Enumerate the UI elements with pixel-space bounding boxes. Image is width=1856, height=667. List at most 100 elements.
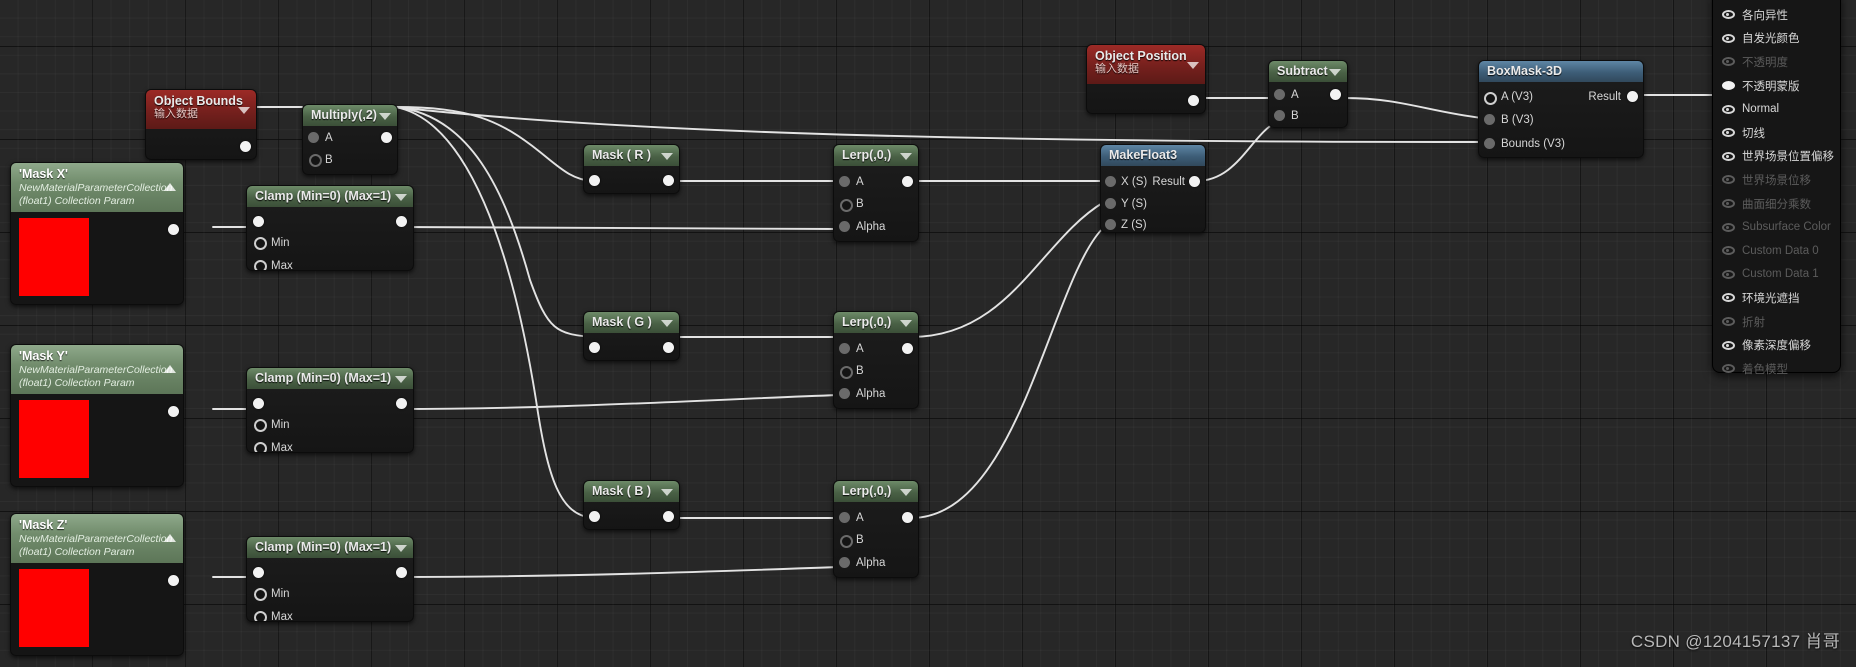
- node-header[interactable]: Multiply(,2): [303, 105, 397, 126]
- output-pin[interactable]: [168, 224, 179, 235]
- node-object-position[interactable]: Object Position 输入数据: [1086, 44, 1206, 114]
- output-pin[interactable]: [381, 132, 392, 143]
- output-pin[interactable]: [396, 567, 407, 578]
- chevron-down-icon[interactable]: [1329, 68, 1341, 76]
- node-header[interactable]: 'Mask Y' NewMaterialParameterCollection …: [11, 345, 183, 394]
- input-pin-max[interactable]: [254, 442, 267, 452]
- node-makefloat3[interactable]: MakeFloat3 X (S) Y (S) Z (S) Result: [1100, 144, 1206, 233]
- node-clamp-2[interactable]: Clamp (Min=0) (Max=1) Min Max: [246, 367, 414, 453]
- node-header[interactable]: Clamp (Min=0) (Max=1): [247, 186, 413, 207]
- node-header[interactable]: Lerp(,0,): [834, 481, 918, 502]
- attribute-pin-icon[interactable]: [1722, 10, 1735, 20]
- input-pin-a[interactable]: [839, 176, 850, 187]
- output-pin[interactable]: [902, 176, 913, 187]
- attribute-pin-icon[interactable]: [1722, 317, 1735, 327]
- node-lerp-1[interactable]: Lerp(,0,) A B Alpha: [833, 144, 919, 242]
- input-pin-a[interactable]: [1274, 89, 1285, 100]
- input-pin-bounds[interactable]: [1484, 138, 1495, 149]
- output-pin[interactable]: [168, 575, 179, 586]
- input-pin-alpha[interactable]: [839, 221, 850, 232]
- input-pin-b[interactable]: [840, 535, 853, 548]
- chevron-down-icon[interactable]: [900, 319, 912, 327]
- node-header[interactable]: Lerp(,0,): [834, 145, 918, 166]
- input-pin-a[interactable]: [1484, 92, 1497, 105]
- material-attribute-row[interactable]: 不透明蒙版: [1713, 74, 1840, 98]
- node-lerp-3[interactable]: Lerp(,0,) A B Alpha: [833, 480, 919, 578]
- output-pin[interactable]: [396, 216, 407, 227]
- attribute-pin-icon[interactable]: [1722, 246, 1735, 256]
- material-attribute-row[interactable]: 世界场景位移: [1713, 168, 1840, 192]
- chevron-up-icon[interactable]: [164, 183, 176, 191]
- output-pin[interactable]: [1330, 89, 1341, 100]
- node-header[interactable]: 'Mask Z' NewMaterialParameterCollection …: [11, 514, 183, 563]
- input-pin-z[interactable]: [1105, 219, 1116, 230]
- material-attribute-row[interactable]: 世界场景位置偏移: [1713, 145, 1840, 169]
- material-attribute-row[interactable]: 各向异性: [1713, 3, 1840, 27]
- chevron-down-icon[interactable]: [661, 152, 673, 160]
- input-pin-b[interactable]: [1484, 114, 1495, 125]
- output-pin[interactable]: [1627, 91, 1638, 102]
- chevron-down-icon[interactable]: [661, 488, 673, 496]
- output-pin[interactable]: [240, 141, 251, 152]
- chevron-down-icon[interactable]: [238, 106, 250, 114]
- output-pin[interactable]: [902, 512, 913, 523]
- output-pin[interactable]: [396, 398, 407, 409]
- input-pin[interactable]: [253, 567, 264, 578]
- attribute-pin-icon[interactable]: [1722, 128, 1735, 138]
- material-attribute-row[interactable]: 着色模型: [1713, 357, 1840, 381]
- material-attribute-row[interactable]: Custom Data 0: [1713, 239, 1840, 263]
- input-pin-min[interactable]: [254, 588, 267, 601]
- input-pin[interactable]: [253, 398, 264, 409]
- node-clamp-1[interactable]: Clamp (Min=0) (Max=1) Min Max: [246, 185, 414, 271]
- node-subtract[interactable]: Subtract A B: [1268, 60, 1348, 128]
- node-header[interactable]: Mask ( G ): [584, 312, 679, 333]
- chevron-down-icon[interactable]: [379, 112, 391, 120]
- chevron-down-icon[interactable]: [1187, 61, 1199, 69]
- material-graph-canvas[interactable]: Object Bounds 输入数据 Multiply(,2) A B Obje…: [0, 0, 1856, 667]
- color-swatch[interactable]: [19, 569, 89, 647]
- material-attributes-panel[interactable]: 各向异性 自发光颜色 不透明度 不透明蒙版 Normal 切线 世界场景位置偏移 世界场景位移…: [1712, 0, 1841, 376]
- attribute-pin-icon[interactable]: [1722, 293, 1735, 303]
- material-attribute-row[interactable]: 环境光遮挡: [1713, 286, 1840, 310]
- color-swatch[interactable]: [19, 218, 89, 296]
- output-pin[interactable]: [663, 511, 674, 522]
- attribute-pin-icon[interactable]: [1722, 33, 1735, 43]
- input-pin-b[interactable]: [309, 154, 322, 167]
- material-attribute-row[interactable]: 曲面细分乘数: [1713, 192, 1840, 216]
- attribute-pin-icon[interactable]: [1722, 340, 1735, 350]
- input-pin-a[interactable]: [839, 512, 850, 523]
- input-pin[interactable]: [589, 175, 600, 186]
- output-pin[interactable]: [168, 406, 179, 417]
- node-boxmask-3d[interactable]: BoxMask-3D A (V3) B (V3) Bounds (V3) Edg…: [1478, 60, 1644, 158]
- input-pin-alpha[interactable]: [839, 388, 850, 399]
- node-multiply[interactable]: Multiply(,2) A B: [302, 104, 398, 175]
- node-header[interactable]: Lerp(,0,): [834, 312, 918, 333]
- input-pin-max[interactable]: [254, 260, 267, 270]
- node-header[interactable]: Mask ( B ): [584, 481, 679, 502]
- input-pin-a[interactable]: [308, 132, 319, 143]
- output-pin[interactable]: [1189, 176, 1200, 187]
- material-attribute-row[interactable]: Subsurface Color: [1713, 215, 1840, 239]
- node-collection-param-mask-x[interactable]: 'Mask X' NewMaterialParameterCollection …: [10, 162, 184, 305]
- material-attribute-row[interactable]: Normal: [1713, 97, 1840, 121]
- node-mask-r[interactable]: Mask ( R ): [583, 144, 680, 194]
- output-pin[interactable]: [663, 342, 674, 353]
- material-attribute-row[interactable]: 自发光颜色: [1713, 27, 1840, 51]
- node-object-bounds[interactable]: Object Bounds 输入数据: [145, 89, 257, 160]
- chevron-down-icon[interactable]: [900, 152, 912, 160]
- input-pin-min[interactable]: [254, 237, 267, 250]
- node-header[interactable]: MakeFloat3: [1101, 145, 1205, 166]
- input-pin[interactable]: [589, 511, 600, 522]
- chevron-down-icon[interactable]: [395, 375, 407, 383]
- attribute-pin-icon[interactable]: [1722, 364, 1735, 374]
- chevron-up-icon[interactable]: [164, 534, 176, 542]
- input-pin-a[interactable]: [839, 343, 850, 354]
- input-pin-alpha[interactable]: [839, 557, 850, 568]
- input-pin-b[interactable]: [840, 366, 853, 379]
- input-pin-b[interactable]: [840, 199, 853, 212]
- material-attribute-row[interactable]: 不透明度: [1713, 50, 1840, 74]
- node-mask-g[interactable]: Mask ( G ): [583, 311, 680, 361]
- node-collection-param-mask-z[interactable]: 'Mask Z' NewMaterialParameterCollection …: [10, 513, 184, 656]
- input-pin-y[interactable]: [1105, 198, 1116, 209]
- node-header[interactable]: Subtract: [1269, 61, 1347, 82]
